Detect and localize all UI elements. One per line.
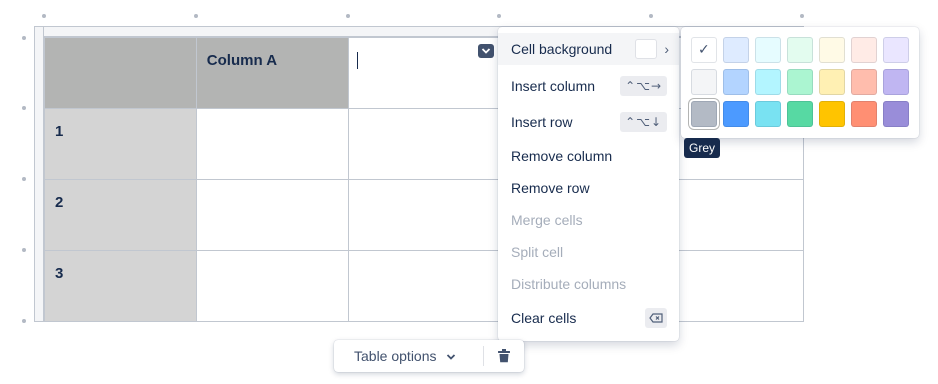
color-swatch[interactable]	[723, 69, 749, 95]
row-header-cell[interactable]: 3	[44, 250, 197, 322]
color-swatch[interactable]	[819, 101, 845, 127]
col-insert-dot[interactable]	[800, 14, 804, 18]
col-insert-dot[interactable]	[42, 14, 46, 18]
color-swatch[interactable]	[851, 37, 877, 63]
chevron-right-icon: ›	[664, 41, 669, 57]
menu-item-insert-column[interactable]: Insert column ⌃⌥→	[498, 70, 679, 102]
table-cell[interactable]	[347, 250, 501, 322]
shortcut-hint: ⌃⌥→	[620, 76, 667, 96]
table-cell[interactable]	[347, 108, 501, 180]
menu-item-label: Cell background	[511, 41, 613, 57]
table-options-label: Table options	[354, 348, 437, 364]
color-swatch[interactable]	[787, 37, 813, 63]
color-swatch[interactable]	[787, 101, 813, 127]
color-swatch[interactable]	[819, 37, 845, 63]
color-swatch[interactable]	[787, 69, 813, 95]
color-swatch[interactable]	[883, 69, 909, 95]
table-row: 3	[44, 250, 804, 322]
color-swatch[interactable]	[851, 69, 877, 95]
row-insert-dot[interactable]	[22, 36, 26, 40]
col-insert-dot[interactable]	[194, 14, 198, 18]
col-insert-dot[interactable]	[497, 14, 501, 18]
col-insert-dot[interactable]	[346, 14, 350, 18]
color-swatch[interactable]	[819, 69, 845, 95]
checkmark-icon: ✓	[698, 41, 710, 57]
color-swatch[interactable]	[755, 69, 781, 95]
menu-item-label: Remove column	[511, 148, 613, 164]
color-swatch[interactable]	[755, 37, 781, 63]
header-cell[interactable]: Column A	[195, 37, 349, 109]
menu-item-label: Remove row	[511, 180, 590, 196]
table-cell[interactable]	[195, 179, 349, 251]
header-cell-selected[interactable]	[347, 37, 501, 109]
table-cell[interactable]	[347, 179, 501, 251]
col-insert-dot[interactable]	[649, 14, 653, 18]
color-swatch[interactable]	[691, 69, 717, 95]
backspace-icon	[645, 308, 667, 328]
current-color-swatch	[635, 39, 657, 59]
row-insert-dot[interactable]	[22, 177, 26, 181]
chevron-down-icon	[481, 48, 490, 54]
row-label: 1	[55, 123, 64, 140]
menu-item-split-cell[interactable]: Split cell	[498, 236, 679, 268]
row-label: 2	[55, 194, 64, 211]
table-row: 2	[44, 179, 804, 251]
table-options-button[interactable]: Table options	[342, 344, 468, 368]
table-cell[interactable]	[195, 250, 349, 322]
header-cell-text: Column A	[206, 52, 278, 69]
row-label: 3	[55, 265, 64, 282]
color-swatch[interactable]	[691, 101, 717, 127]
color-swatch[interactable]	[723, 101, 749, 127]
shortcut-hint: ⌃⌥↓	[620, 112, 667, 132]
table-cell[interactable]	[195, 108, 349, 180]
row-insert-dot[interactable]	[22, 248, 26, 252]
menu-item-merge-cells[interactable]: Merge cells	[498, 204, 679, 236]
color-swatch[interactable]: ✓	[691, 37, 717, 63]
menu-item-label: Clear cells	[511, 310, 577, 326]
trash-icon	[498, 349, 510, 363]
color-swatch[interactable]	[723, 37, 749, 63]
cell-options-button[interactable]	[477, 44, 494, 58]
text-cursor	[356, 52, 358, 69]
delete-table-button[interactable]	[498, 349, 510, 368]
cell-background-palette: ✓	[681, 27, 919, 138]
row-header-cell[interactable]: 2	[44, 179, 197, 251]
menu-item-label: Split cell	[511, 244, 564, 260]
menu-item-distribute-columns[interactable]: Distribute columns	[498, 268, 679, 300]
menu-item-label: Insert row	[511, 114, 573, 130]
chevron-down-icon	[447, 354, 456, 360]
menu-item-remove-column[interactable]: Remove column	[498, 140, 679, 172]
menu-item-label: Insert column	[511, 78, 596, 94]
color-tooltip: Grey	[684, 138, 721, 158]
color-swatch[interactable]	[755, 101, 781, 127]
menu-item-label: Distribute columns	[511, 276, 627, 292]
cell-context-menu: Cell background › Insert column ⌃⌥→ Inse…	[498, 27, 679, 341]
table-floating-toolbar: Table options	[334, 340, 524, 372]
menu-item-clear-cells[interactable]: Clear cells	[498, 302, 679, 334]
row-header-cell[interactable]: 1	[44, 108, 197, 180]
toolbar-separator	[483, 346, 484, 366]
menu-item-remove-row[interactable]: Remove row	[498, 172, 679, 204]
header-cell[interactable]	[44, 37, 197, 109]
menu-item-insert-row[interactable]: Insert row ⌃⌥↓	[498, 106, 679, 138]
row-controls[interactable]	[34, 26, 44, 322]
color-swatch[interactable]	[883, 37, 909, 63]
row-insert-dot[interactable]	[22, 319, 26, 323]
menu-item-cell-background[interactable]: Cell background ›	[498, 33, 679, 65]
row-insert-dot[interactable]	[22, 106, 26, 110]
menu-item-label: Merge cells	[511, 212, 583, 228]
color-swatch[interactable]	[851, 101, 877, 127]
color-swatch[interactable]	[883, 101, 909, 127]
